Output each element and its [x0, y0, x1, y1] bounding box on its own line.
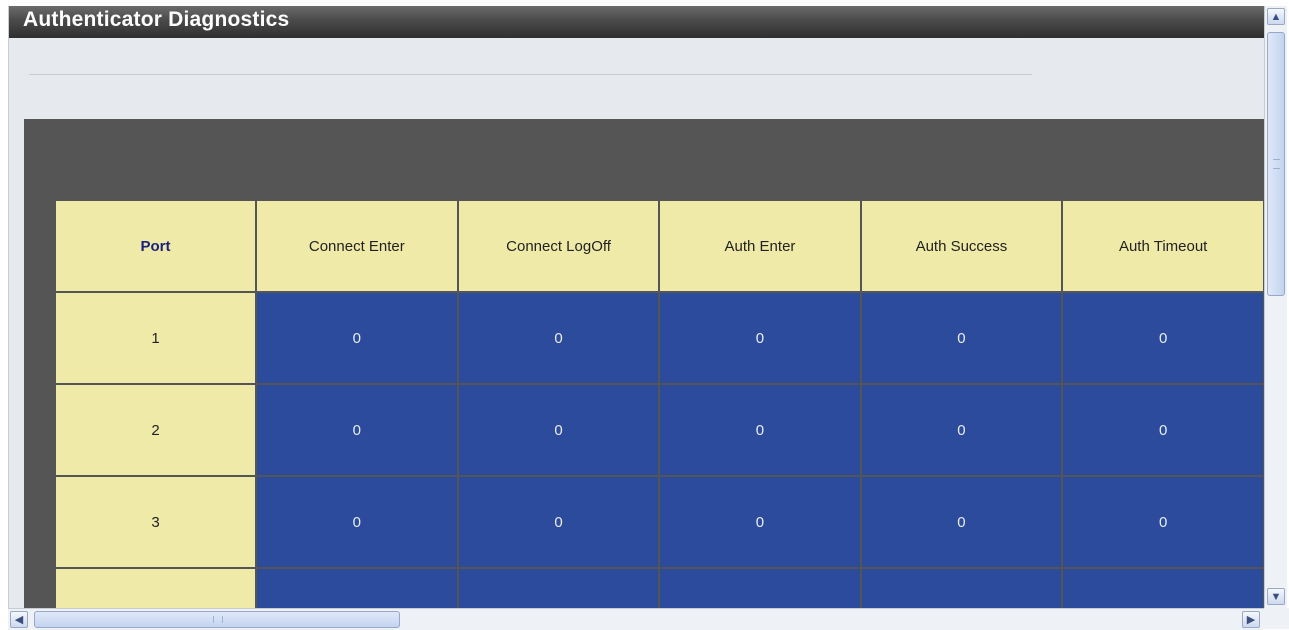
scrollbar-corner: [1264, 608, 1289, 629]
grip-icon: [213, 616, 223, 623]
table-header-row: Port Connect Enter Connect LogOff Auth E…: [54, 199, 1265, 293]
diagnostics-frame: Authenticator Diagnostics Port Connect E…: [8, 6, 1265, 608]
chevron-up-icon: ▲: [1270, 11, 1282, 23]
port-cell: 1: [54, 291, 257, 385]
value-cell: 0: [859, 475, 1064, 569]
diagnostics-panel: Port Connect Enter Connect LogOff Auth E…: [24, 119, 1265, 608]
value-cell: [254, 567, 459, 608]
value-cell: 0: [456, 383, 661, 477]
scroll-down-button[interactable]: ▼: [1267, 588, 1285, 605]
value-cell: 0: [254, 475, 459, 569]
port-cell: [54, 567, 257, 608]
grip-icon: [1273, 159, 1280, 169]
title-bar: Authenticator Diagnostics: [9, 6, 1265, 38]
value-cell: 0: [1061, 291, 1265, 385]
value-cell: 0: [859, 291, 1064, 385]
value-cell: [658, 567, 862, 608]
horizontal-scroll-thumb[interactable]: [34, 611, 400, 628]
vertical-scrollbar[interactable]: ▲ ▼: [1264, 6, 1287, 608]
value-cell: 0: [658, 475, 862, 569]
column-header-connect-logoff: Connect LogOff: [456, 199, 661, 293]
chevron-right-icon: ▶: [1246, 614, 1256, 626]
column-header-auth-enter: Auth Enter: [658, 199, 862, 293]
port-cell: 2: [54, 383, 257, 477]
scroll-right-button[interactable]: ▶: [1242, 611, 1260, 628]
horizontal-scrollbar[interactable]: ◀ ▶: [8, 608, 1264, 630]
chevron-left-icon: ◀: [14, 614, 24, 626]
table-row: 3 0 0 0 0 0: [54, 475, 1265, 569]
table-row: 1 0 0 0 0 0: [54, 291, 1265, 385]
value-cell: 0: [1061, 475, 1265, 569]
column-header-port: Port: [54, 199, 257, 293]
table-row: [54, 567, 1265, 608]
scroll-up-button[interactable]: ▲: [1267, 8, 1285, 25]
scroll-left-button[interactable]: ◀: [10, 611, 28, 628]
column-header-auth-success: Auth Success: [859, 199, 1064, 293]
value-cell: 0: [254, 291, 459, 385]
chevron-down-icon: ▼: [1270, 591, 1282, 603]
value-cell: 0: [456, 291, 661, 385]
diagnostics-table: Port Connect Enter Connect LogOff Auth E…: [54, 199, 1265, 608]
table-row: 2 0 0 0 0 0: [54, 383, 1265, 477]
value-cell: [456, 567, 661, 608]
value-cell: 0: [1061, 383, 1265, 477]
port-cell: 3: [54, 475, 257, 569]
page-title: Authenticator Diagnostics: [23, 8, 290, 31]
value-cell: [1061, 567, 1265, 608]
value-cell: 0: [859, 383, 1064, 477]
divider: [29, 74, 1032, 75]
column-header-connect-enter: Connect Enter: [254, 199, 459, 293]
value-cell: 0: [658, 383, 862, 477]
column-header-auth-timeout: Auth Timeout: [1061, 199, 1265, 293]
value-cell: [859, 567, 1064, 608]
vertical-scroll-thumb[interactable]: [1267, 32, 1285, 296]
value-cell: 0: [456, 475, 661, 569]
value-cell: 0: [254, 383, 459, 477]
value-cell: 0: [658, 291, 862, 385]
